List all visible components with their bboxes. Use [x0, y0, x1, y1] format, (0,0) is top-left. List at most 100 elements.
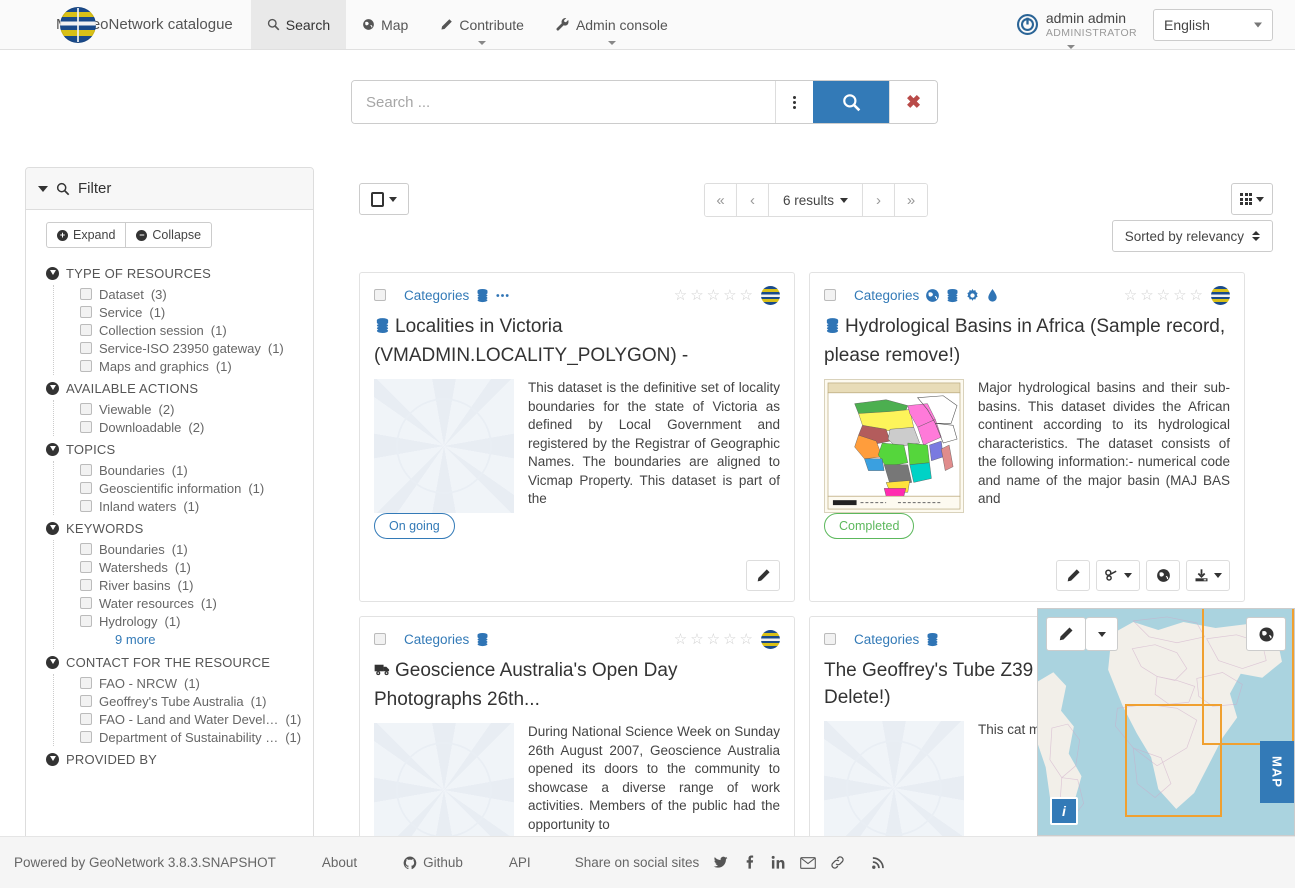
record-thumbnail[interactable]: [824, 379, 964, 513]
rating-star[interactable]: ☆: [1140, 286, 1153, 304]
rating-star[interactable]: ☆: [690, 630, 703, 648]
user-menu[interactable]: admin admin ADMINISTRATOR: [1016, 10, 1137, 49]
map-overlay-panel[interactable]: i MAP: [1037, 608, 1295, 836]
record-select-checkbox[interactable]: [824, 289, 836, 301]
record-thumbnail[interactable]: [824, 721, 964, 855]
rating-star[interactable]: ☆: [740, 286, 753, 304]
pager-last-button[interactable]: »: [895, 184, 928, 216]
facet-checkbox[interactable]: [80, 597, 92, 609]
pager-prev-button[interactable]: ‹: [736, 184, 769, 216]
facet-item[interactable]: Boundaries (1): [80, 540, 313, 558]
select-all-dropdown[interactable]: [359, 183, 409, 215]
pager-first-button[interactable]: «: [704, 184, 737, 216]
rating-stars[interactable]: ☆ ☆ ☆ ☆ ☆: [674, 286, 753, 304]
facet-checkbox[interactable]: [80, 677, 92, 689]
rss-icon[interactable]: [871, 855, 886, 870]
facet-checkbox[interactable]: [80, 342, 92, 354]
facet-checkbox[interactable]: [80, 482, 92, 494]
filter-panel-header[interactable]: Filter: [26, 168, 313, 210]
expand-button[interactable]: + Expand: [46, 222, 127, 248]
collapse-button[interactable]: − Collapse: [126, 222, 213, 248]
rating-star[interactable]: ☆: [674, 630, 687, 648]
sort-dropdown[interactable]: Sorted by relevancy: [1111, 220, 1273, 252]
facet-item[interactable]: Geoffrey's Tube Australia (1): [80, 692, 313, 710]
facet-checkbox[interactable]: [80, 324, 92, 336]
nav-item-map[interactable]: Map: [346, 0, 424, 49]
facet-checkbox[interactable]: [80, 360, 92, 372]
nav-item-contribute[interactable]: Contribute: [424, 0, 540, 49]
record-select-checkbox[interactable]: [374, 633, 386, 645]
footer-link-github[interactable]: Github: [403, 855, 463, 870]
facet-checkbox[interactable]: [80, 695, 92, 707]
facet-checkbox[interactable]: [80, 306, 92, 318]
record-title[interactable]: Hydrological Basins in Africa (Sample re…: [824, 313, 1230, 369]
rating-star[interactable]: ☆: [723, 630, 736, 648]
facet-checkbox[interactable]: [80, 579, 92, 591]
map-info-button[interactable]: i: [1050, 797, 1078, 825]
card-action-globe-button[interactable]: [1146, 560, 1180, 591]
facet-checkbox[interactable]: [80, 421, 92, 433]
brand-link[interactable]: My GeoNetwork catalogue: [0, 0, 251, 49]
results-count-dropdown[interactable]: 6 results: [768, 184, 864, 216]
facet-checkbox[interactable]: [80, 615, 92, 627]
facet-checkbox[interactable]: [80, 561, 92, 573]
facet-item[interactable]: FAO - NRCW (1): [80, 674, 313, 692]
facet-item[interactable]: Watersheds (1): [80, 558, 313, 576]
rating-stars[interactable]: ☆ ☆ ☆ ☆ ☆: [1124, 286, 1203, 304]
card-action-pencil-button[interactable]: [1056, 560, 1090, 591]
facet-checkbox[interactable]: [80, 288, 92, 300]
record-title[interactable]: Localities in Victoria (VMADMIN.LOCALITY…: [374, 313, 780, 369]
facet-item[interactable]: Maps and graphics (1): [80, 357, 313, 375]
facet-item[interactable]: Department of Sustainability … (1): [80, 728, 313, 746]
search-clear-button[interactable]: ✖: [889, 81, 937, 123]
search-input[interactable]: [352, 81, 775, 123]
facet-checkbox[interactable]: [80, 731, 92, 743]
facet-checkbox[interactable]: [80, 500, 92, 512]
record-select-checkbox[interactable]: [824, 633, 836, 645]
facet-group-header[interactable]: CONTACT FOR THE RESOURCE: [26, 651, 313, 674]
facet-item[interactable]: Dataset (3): [80, 285, 313, 303]
twitter-icon[interactable]: [713, 855, 728, 870]
facet-more-link[interactable]: 9 more: [115, 630, 313, 649]
facet-item[interactable]: FAO - Land and Water Devel… (1): [80, 710, 313, 728]
nav-item-search[interactable]: Search: [250, 0, 347, 49]
result-card[interactable]: Categories ☆ ☆ ☆ ☆ ☆ Localities in Victoria (V…: [359, 272, 795, 602]
facet-group-header[interactable]: TYPE OF RESOURCES: [26, 262, 313, 285]
rating-star[interactable]: ☆: [740, 630, 753, 648]
footer-link-api[interactable]: API: [509, 855, 531, 870]
rating-star[interactable]: ☆: [690, 286, 703, 304]
map-layers-button[interactable]: [1246, 617, 1286, 651]
nav-item-admin-console[interactable]: Admin console: [540, 0, 684, 49]
rating-star[interactable]: ☆: [707, 286, 720, 304]
result-card[interactable]: Categories ☆ ☆ ☆ ☆ ☆ Hydrological Basins in Af…: [809, 272, 1245, 602]
language-selector[interactable]: English: [1153, 8, 1273, 41]
record-select-checkbox[interactable]: [374, 289, 386, 301]
map-toggle-tab[interactable]: MAP: [1260, 741, 1294, 803]
facet-item[interactable]: Water resources (1): [80, 594, 313, 612]
card-action-link-chain-button[interactable]: [1096, 560, 1140, 591]
search-submit-button[interactable]: [813, 81, 889, 123]
card-action-pencil-button[interactable]: [746, 560, 780, 591]
result-card[interactable]: Categories ☆ ☆ ☆ ☆ ☆ Geoscience Australia's Op…: [359, 616, 795, 857]
facet-item[interactable]: Geoscientific information (1): [80, 479, 313, 497]
facet-item[interactable]: Service (1): [80, 303, 313, 321]
facet-item[interactable]: Collection session (1): [80, 321, 313, 339]
facet-item[interactable]: Inland waters (1): [80, 497, 313, 515]
record-title[interactable]: Geoscience Australia's Open Day Photogra…: [374, 657, 780, 713]
facebook-icon[interactable]: [742, 855, 757, 870]
rating-star[interactable]: ☆: [1157, 286, 1170, 304]
facet-checkbox[interactable]: [80, 543, 92, 555]
facet-checkbox[interactable]: [80, 403, 92, 415]
rating-star[interactable]: ☆: [1173, 286, 1186, 304]
facet-group-header[interactable]: TOPICS: [26, 438, 313, 461]
facet-group-header[interactable]: KEYWORDS: [26, 517, 313, 540]
rating-star[interactable]: ☆: [674, 286, 687, 304]
facet-item[interactable]: Viewable (2): [80, 400, 313, 418]
rating-star[interactable]: ☆: [1124, 286, 1137, 304]
map-edit-button[interactable]: [1046, 617, 1086, 651]
map-edit-dropdown[interactable]: [1086, 617, 1118, 651]
facet-item[interactable]: Downloadable (2): [80, 418, 313, 436]
email-icon[interactable]: [800, 856, 817, 870]
permalink-icon[interactable]: [830, 855, 845, 870]
rating-star[interactable]: ☆: [723, 286, 736, 304]
